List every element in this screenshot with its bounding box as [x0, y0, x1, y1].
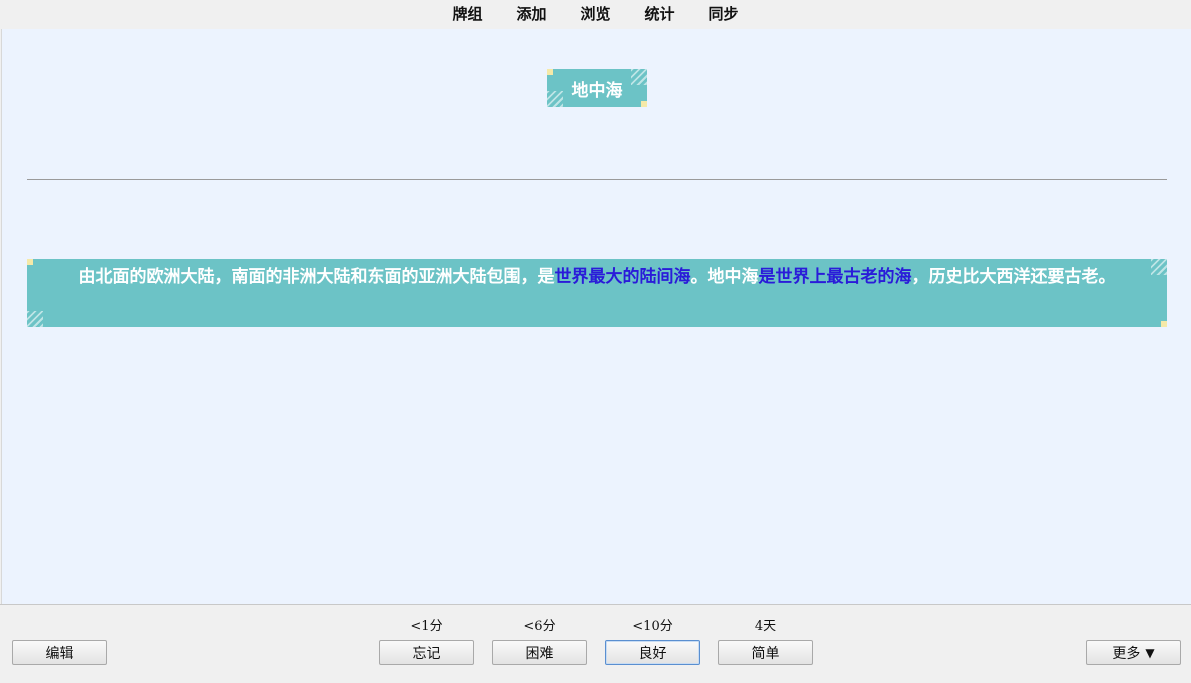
easy-button[interactable]: 简单 — [718, 640, 813, 665]
menu-item-add[interactable]: 添加 — [499, 0, 563, 29]
stripe-decoration — [631, 69, 647, 85]
good-button[interactable]: 良好 — [605, 640, 700, 665]
interval-label-easy: 4天 — [754, 619, 777, 634]
corner-decoration — [641, 101, 647, 107]
card-back-answer: 由北面的欧洲大陆，南面的非洲大陆和东面的亚洲大陆包围，是世界最大的陆间海。地中海… — [27, 259, 1167, 327]
interval-label-hard: <6分 — [523, 619, 556, 634]
stripe-decoration — [1151, 259, 1167, 275]
triangle-down-icon: ▼ — [1145, 645, 1155, 660]
edit-button[interactable]: 编辑 — [12, 640, 107, 665]
card-display: 地中海 由北面的欧洲大陆，南面的非洲大陆和东面的亚洲大陆包围，是世界最大的陆间海… — [1, 29, 1191, 604]
more-label: 更多 — [1112, 645, 1141, 662]
answer-highlight: 是世界上最古老的海 — [758, 267, 912, 287]
more-button[interactable]: 更多 ▼ — [1086, 640, 1181, 665]
answer-text: 由北面的欧洲大陆，南面的非洲大陆和东面的亚洲大陆包围，是 — [78, 267, 555, 287]
stripe-decoration — [27, 311, 43, 327]
corner-decoration — [547, 69, 553, 75]
menu-item-decks[interactable]: 牌组 — [435, 0, 499, 29]
interval-label-good: <10分 — [632, 619, 673, 634]
hard-button[interactable]: 困难 — [492, 640, 587, 665]
interval-label-again: <1分 — [410, 619, 443, 634]
menu-bar: 牌组 添加 浏览 统计 同步 — [0, 0, 1191, 29]
again-button[interactable]: 忘记 — [379, 640, 474, 665]
menu-item-browse[interactable]: 浏览 — [563, 0, 627, 29]
answer-divider — [27, 179, 1167, 180]
stripe-decoration — [547, 91, 563, 107]
card-title-text: 地中海 — [571, 80, 623, 101]
corner-decoration — [1161, 321, 1167, 327]
answer-highlight: 世界最大的陆间海 — [554, 267, 691, 287]
answer-text: 。地中海 — [690, 267, 759, 287]
card-front-title: 地中海 — [547, 69, 647, 107]
corner-decoration — [27, 259, 33, 265]
bottom-bar: 编辑 <1分 忘记 <6分 困难 <10分 良好 4天 简单 更多 ▼ — [0, 604, 1191, 683]
answer-text: ，历史比大西洋还要古老。 — [911, 267, 1116, 287]
menu-item-stats[interactable]: 统计 — [628, 0, 692, 29]
menu-item-sync[interactable]: 同步 — [692, 0, 756, 29]
